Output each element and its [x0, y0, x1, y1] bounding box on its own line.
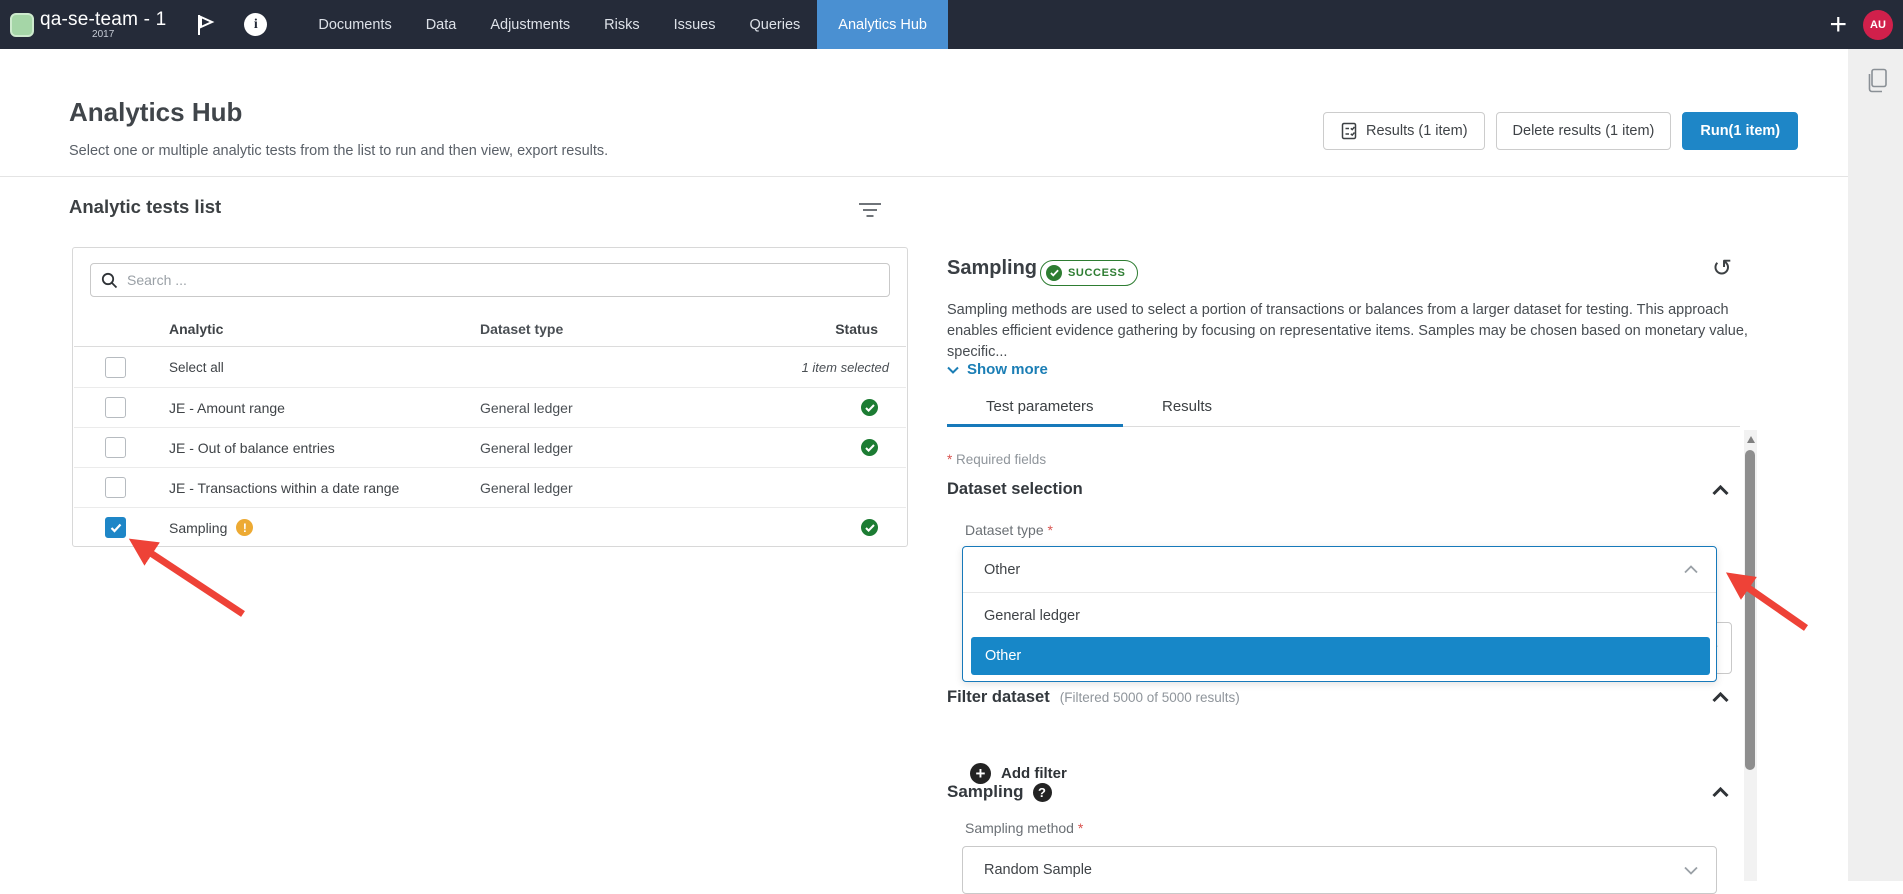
nav-item-risks[interactable]: Risks: [587, 0, 656, 49]
table-header-row: Analytic Dataset type Status: [74, 311, 906, 347]
nav-item-queries[interactable]: Queries: [733, 0, 818, 49]
section-dataset-selection: Dataset selection: [947, 480, 1083, 499]
status-success-icon: [861, 399, 878, 416]
dataset-type-label: Dataset type *: [965, 522, 1053, 538]
results-button[interactable]: Results (1 item): [1323, 112, 1485, 150]
detail-description: Sampling methods are used to select a po…: [947, 300, 1753, 363]
nav-item-issues[interactable]: Issues: [657, 0, 733, 49]
nav-item-adjustments[interactable]: Adjustments: [473, 0, 587, 49]
run-button[interactable]: Run(1 item): [1682, 112, 1798, 150]
avatar[interactable]: AU: [1863, 10, 1893, 40]
section-filter-dataset: Filter dataset: [947, 688, 1050, 707]
tests-list-card: Analytic Dataset type Status Select all …: [72, 247, 908, 547]
required-fields-note: * Required fields: [947, 452, 1046, 467]
search-input[interactable]: [127, 272, 879, 288]
tab-results[interactable]: Results: [1162, 398, 1212, 415]
dropdown-option-other-selected[interactable]: Other: [971, 637, 1710, 675]
reset-icon[interactable]: ↺: [1712, 257, 1732, 281]
row-checkbox[interactable]: [105, 437, 126, 458]
sampling-method-select[interactable]: Random Sample: [962, 846, 1717, 894]
analytic-name: JE - Transactions within a date range: [169, 480, 480, 496]
header-divider: [0, 176, 1848, 177]
col-analytic: Analytic: [169, 321, 480, 337]
top-bar: qa-se-team - 1 2017 i Documents Data Adj…: [0, 0, 1903, 49]
nav-item-data[interactable]: Data: [409, 0, 474, 49]
project-name: qa-se-team - 1: [40, 9, 166, 31]
analytic-name: JE - Out of balance entries: [169, 440, 480, 456]
analytic-name: JE - Amount range: [169, 400, 480, 416]
search-icon: [101, 272, 118, 289]
info-icon[interactable]: i: [244, 13, 267, 36]
table-row[interactable]: JE - Transactions within a date range Ge…: [74, 467, 906, 507]
col-status: Status: [780, 321, 906, 337]
project-switcher[interactable]: qa-se-team - 1 2017: [40, 9, 166, 40]
main-nav: Documents Data Adjustments Risks Issues …: [301, 0, 948, 49]
select-all-row: Select all 1 item selected: [74, 347, 906, 387]
nav-item-documents[interactable]: Documents: [301, 0, 408, 49]
documents-panel-icon[interactable]: [1866, 68, 1890, 94]
analytic-dataset-type: General ledger: [480, 400, 780, 416]
annotation-arrow-checkbox: [105, 528, 265, 623]
select-all-label: Select all: [169, 360, 480, 375]
results-list-icon: [1340, 122, 1358, 140]
app-logo[interactable]: [10, 13, 34, 37]
success-check-icon: [1046, 265, 1062, 281]
section-sampling: Sampling: [947, 782, 1024, 802]
search-box: [90, 263, 890, 297]
chevron-down-icon: [1684, 866, 1698, 875]
collapse-chevron-up-icon[interactable]: [1712, 485, 1729, 496]
delete-results-button[interactable]: Delete results (1 item): [1496, 112, 1672, 150]
analytic-dataset-type: General ledger: [480, 480, 780, 496]
row-checkbox[interactable]: [105, 477, 126, 498]
status-badge: SUCCESS: [1040, 260, 1138, 286]
selected-count: 1 item selected: [480, 360, 906, 375]
dataset-type-select[interactable]: Other: [963, 547, 1716, 593]
chevron-down-icon: [947, 366, 959, 374]
select-all-checkbox[interactable]: [105, 357, 126, 378]
annotation-arrow-dropdown: [1712, 564, 1822, 639]
tab-test-parameters[interactable]: Test parameters: [986, 398, 1094, 415]
nav-item-analytics-hub[interactable]: Analytics Hub: [817, 0, 948, 49]
right-rail: [1848, 49, 1903, 881]
plus-icon: +: [970, 763, 991, 784]
chevron-up-icon: [1684, 565, 1698, 574]
sampling-method-label: Sampling method *: [965, 820, 1083, 836]
table-row[interactable]: JE - Out of balance entries General ledg…: [74, 427, 906, 467]
flag-icon[interactable]: [194, 13, 216, 37]
analytic-dataset-type: General ledger: [480, 440, 780, 456]
collapse-chevron-up-icon[interactable]: [1712, 787, 1729, 798]
active-tab-underline: [947, 424, 1123, 427]
detail-title: Sampling: [947, 257, 1037, 280]
filter-hint: (Filtered 5000 of 5000 results): [1060, 690, 1240, 705]
status-success-icon: [861, 439, 878, 456]
filter-icon[interactable]: [858, 203, 882, 221]
scrollbar-up-arrow[interactable]: [1747, 436, 1755, 443]
show-more-link[interactable]: Show more: [947, 361, 1048, 378]
page-subtitle: Select one or multiple analytic tests fr…: [69, 143, 608, 159]
dataset-type-dropdown-open: Other General ledger Other: [962, 546, 1717, 682]
help-icon[interactable]: ?: [1033, 783, 1052, 802]
table-row[interactable]: JE - Amount range General ledger: [74, 387, 906, 427]
row-checkbox[interactable]: [105, 397, 126, 418]
add-filter-button[interactable]: + Add filter: [970, 763, 1067, 784]
collapse-chevron-up-icon[interactable]: [1712, 692, 1729, 703]
dropdown-option-general-ledger[interactable]: General ledger: [963, 599, 1716, 633]
tests-list-title: Analytic tests list: [69, 196, 221, 218]
add-icon[interactable]: +: [1829, 12, 1847, 38]
status-success-icon: [861, 519, 878, 536]
page-title: Analytics Hub: [69, 97, 242, 128]
col-dataset-type: Dataset type: [480, 321, 780, 337]
